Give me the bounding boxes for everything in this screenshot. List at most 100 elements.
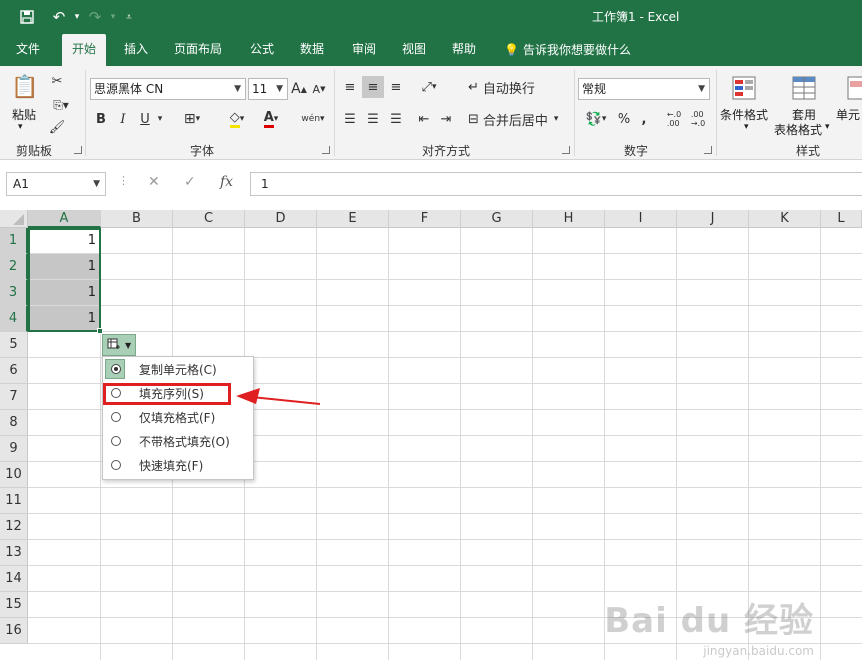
- row-header-13[interactable]: 13: [0, 540, 28, 566]
- align-right-icon[interactable]: ☰: [386, 108, 406, 130]
- number-launcher-icon[interactable]: [704, 146, 712, 154]
- borders-icon[interactable]: ⊞ ▾: [178, 108, 206, 130]
- column-header-D[interactable]: D: [245, 210, 317, 228]
- enter-icon[interactable]: ✓: [184, 174, 196, 190]
- align-middle-icon[interactable]: ≡: [362, 76, 384, 98]
- comma-button[interactable]: ,: [636, 108, 652, 130]
- row-header-9[interactable]: 9: [0, 436, 28, 462]
- row-header-16[interactable]: 16: [0, 618, 28, 644]
- column-header-H[interactable]: H: [533, 210, 605, 228]
- wrap-text-button[interactable]: ↵ 自动换行: [468, 76, 548, 98]
- column-header-L[interactable]: L: [821, 210, 862, 228]
- decrease-font-icon[interactable]: A ▼: [310, 78, 328, 100]
- row-header-15[interactable]: 15: [0, 592, 28, 618]
- tab-formulas[interactable]: 公式: [250, 34, 274, 66]
- customize-icon[interactable]: ⩡: [118, 6, 140, 28]
- row-header-3[interactable]: 3: [0, 280, 28, 306]
- name-box[interactable]: A1 ▼: [6, 172, 106, 196]
- row-header-8[interactable]: 8: [0, 410, 28, 436]
- tab-insert[interactable]: 插入: [124, 34, 148, 66]
- conditional-format-icon[interactable]: [728, 72, 760, 104]
- tab-page-layout[interactable]: 页面布局: [174, 34, 222, 66]
- auto-fill-options-button[interactable]: ▼: [102, 334, 136, 356]
- decrease-indent-icon[interactable]: ⇤: [414, 108, 434, 130]
- row-header-14[interactable]: 14: [0, 566, 28, 592]
- font-color-icon[interactable]: A ▾: [256, 108, 286, 130]
- align-left-icon[interactable]: ☰: [340, 108, 360, 130]
- row-header-4[interactable]: 4: [0, 306, 28, 332]
- column-header-E[interactable]: E: [317, 210, 389, 228]
- menu-item-fill-series[interactable]: 填充序列(S): [103, 381, 253, 405]
- tell-me-box[interactable]: 💡 告诉我你想要做什么: [504, 34, 631, 66]
- row-header-7[interactable]: 7: [0, 384, 28, 410]
- column-header-G[interactable]: G: [461, 210, 533, 228]
- increase-indent-icon[interactable]: ⇥: [436, 108, 456, 130]
- underline-dropdown-icon[interactable]: ▾: [154, 108, 166, 130]
- alignment-launcher-icon[interactable]: [562, 146, 570, 154]
- paste-icon[interactable]: 📋: [10, 72, 40, 102]
- menu-item-flash-fill[interactable]: 快速填充(F): [103, 453, 253, 477]
- row-header-2[interactable]: 2: [0, 254, 28, 280]
- cell-A2-value[interactable]: 1: [30, 254, 96, 280]
- cut-icon[interactable]: ✂: [46, 70, 68, 92]
- fill-color-icon[interactable]: ◇ ▾: [222, 108, 252, 130]
- row-header-1[interactable]: 1: [0, 228, 28, 254]
- row-header-10[interactable]: 10: [0, 462, 28, 488]
- tab-file[interactable]: 文件: [16, 34, 40, 66]
- row-header-11[interactable]: 11: [0, 488, 28, 514]
- paste-dropdown-icon[interactable]: ▾: [18, 122, 23, 132]
- cell-styles-icon[interactable]: [846, 72, 862, 104]
- cancel-icon[interactable]: ✕: [148, 174, 160, 190]
- tab-view[interactable]: 视图: [402, 34, 426, 66]
- increase-font-icon[interactable]: A ▲: [290, 78, 308, 100]
- cell-A1-value[interactable]: 1: [30, 228, 96, 254]
- menu-item-fill-formatting-only[interactable]: 仅填充格式(F): [103, 405, 253, 429]
- save-icon[interactable]: [16, 6, 38, 28]
- bold-button[interactable]: B: [92, 108, 110, 130]
- merge-center-button[interactable]: ⊟ 合并后居中 ▾: [468, 108, 568, 130]
- cell-A4-value[interactable]: 1: [30, 306, 96, 332]
- cell-A3-value[interactable]: 1: [30, 280, 96, 306]
- align-center-icon[interactable]: ☰: [362, 108, 384, 130]
- align-bottom-icon[interactable]: ≡: [386, 76, 406, 98]
- column-header-A[interactable]: A: [28, 210, 101, 228]
- percent-button[interactable]: %: [614, 108, 634, 130]
- increase-decimal-icon[interactable]: ←.0.00: [664, 108, 684, 130]
- orientation-icon[interactable]: ⤢ ▾: [414, 76, 444, 98]
- conditional-format-button[interactable]: 条件格式: [720, 106, 768, 123]
- worksheet-grid[interactable]: A B C D E F G H I J K L 1 2 3 4 5 6 7 8 …: [0, 210, 862, 660]
- select-all-corner[interactable]: [0, 210, 28, 228]
- font-size-combo[interactable]: 11 ▼: [248, 78, 288, 100]
- phonetic-icon[interactable]: wén ▾: [298, 108, 328, 130]
- column-header-F[interactable]: F: [389, 210, 461, 228]
- menu-item-fill-without-formatting[interactable]: 不带格式填充(O): [103, 429, 253, 453]
- tab-data[interactable]: 数据: [300, 34, 324, 66]
- tab-home[interactable]: 开始: [62, 34, 107, 66]
- column-header-B[interactable]: B: [101, 210, 173, 228]
- column-header-C[interactable]: C: [173, 210, 245, 228]
- row-header-12[interactable]: 12: [0, 514, 28, 540]
- insert-function-icon[interactable]: fx: [220, 174, 233, 190]
- cell-styles-button[interactable]: 单元: [836, 106, 860, 123]
- copy-icon[interactable]: ⎘▾: [46, 94, 76, 116]
- decrease-decimal-icon[interactable]: .00 →.0: [688, 108, 708, 130]
- format-painter-icon[interactable]: 🖌: [46, 116, 68, 138]
- row-header-5[interactable]: 5: [0, 332, 28, 358]
- column-header-K[interactable]: K: [749, 210, 821, 228]
- align-top-icon[interactable]: ≡: [340, 76, 360, 98]
- font-name-combo[interactable]: 思源黑体 CN ▼: [90, 78, 246, 100]
- italic-button[interactable]: I: [114, 108, 132, 130]
- clipboard-launcher-icon[interactable]: [74, 146, 82, 154]
- accounting-format-icon[interactable]: 💱 ▾: [580, 108, 612, 130]
- column-header-I[interactable]: I: [605, 210, 677, 228]
- row-header-6[interactable]: 6: [0, 358, 28, 384]
- font-launcher-icon[interactable]: [322, 146, 330, 154]
- number-format-combo[interactable]: 常规 ▼: [578, 78, 710, 100]
- format-as-table-line2[interactable]: 表格格式: [774, 121, 822, 138]
- tab-review[interactable]: 审阅: [352, 34, 376, 66]
- column-header-J[interactable]: J: [677, 210, 749, 228]
- paste-button[interactable]: 粘贴: [12, 106, 36, 123]
- menu-item-copy-cells[interactable]: 复制单元格(C): [103, 357, 253, 381]
- format-as-table-icon[interactable]: [788, 72, 820, 104]
- underline-button[interactable]: U: [136, 108, 154, 130]
